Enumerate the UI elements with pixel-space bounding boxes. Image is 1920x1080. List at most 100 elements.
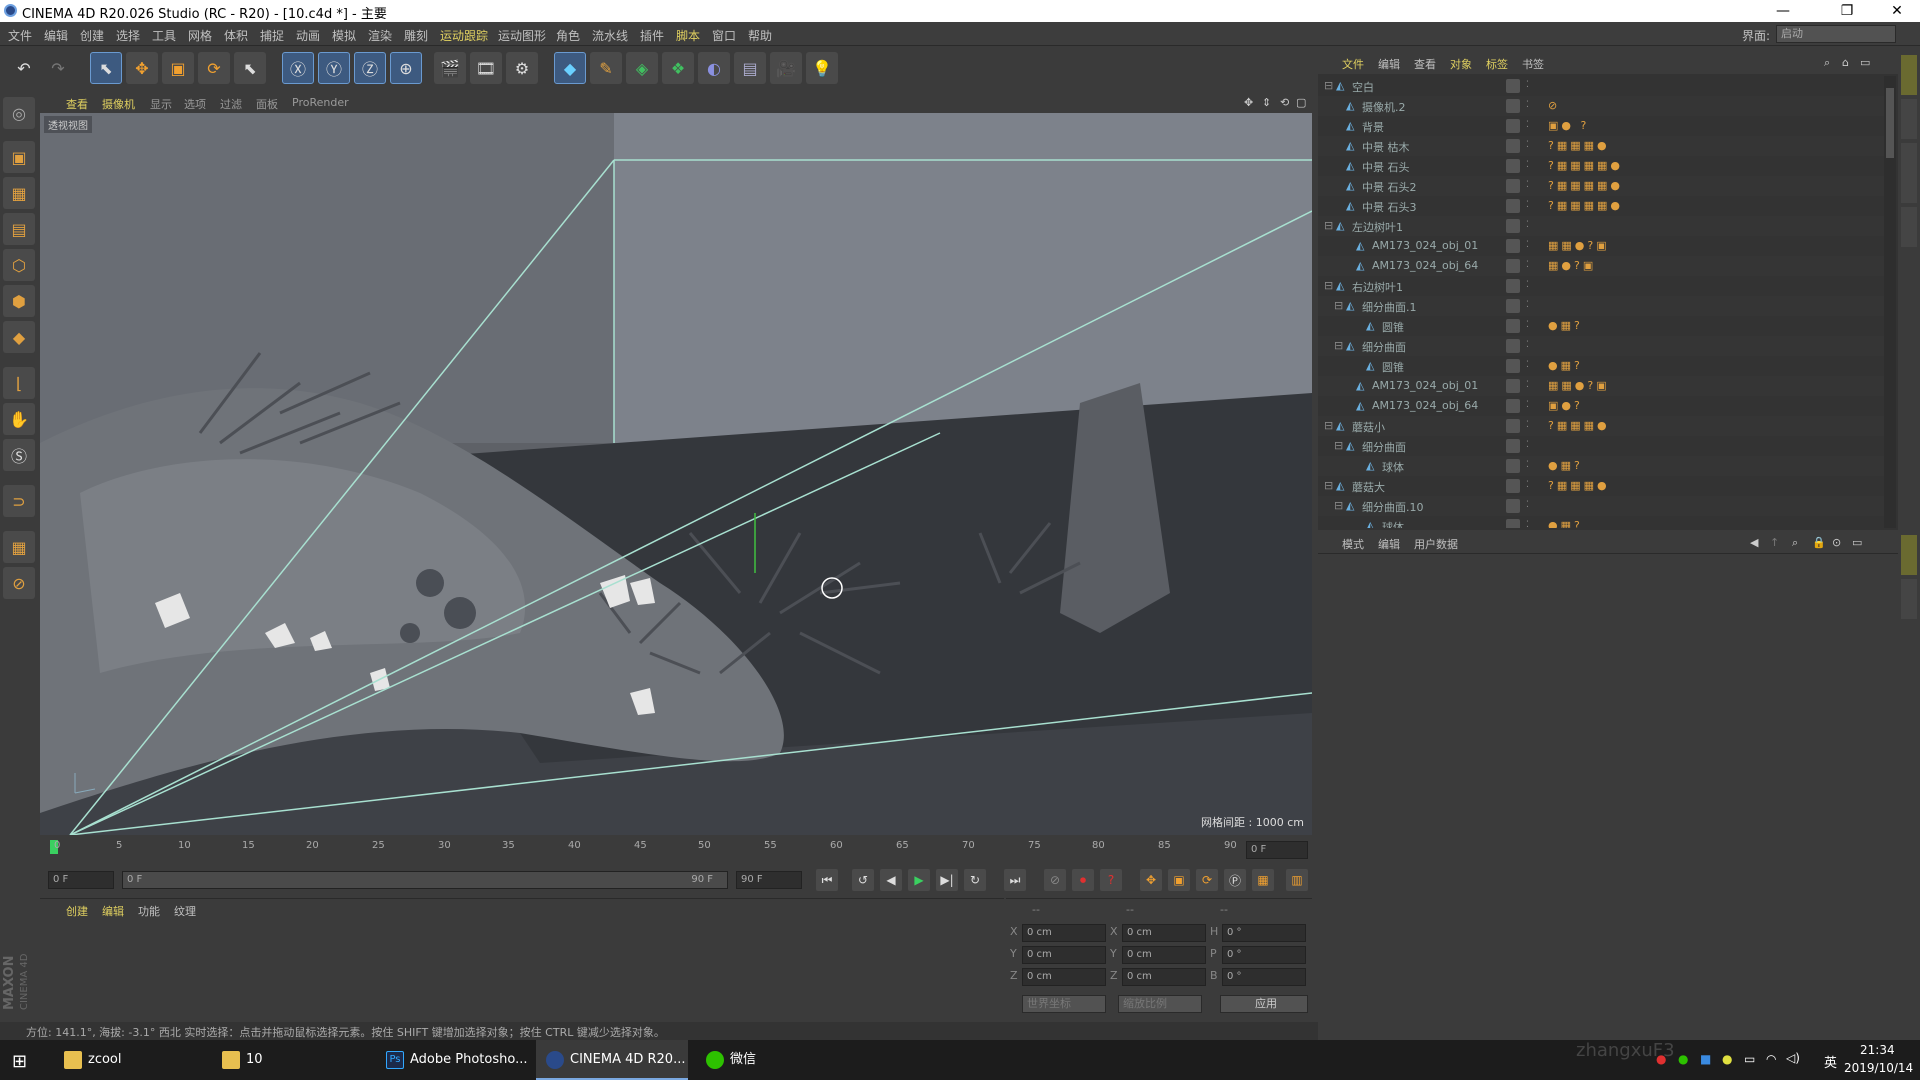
layer-checkbox[interactable] bbox=[1506, 239, 1520, 253]
object-tags[interactable]: ▣● ? bbox=[1548, 119, 1589, 132]
subdivision-icon[interactable]: ◈ bbox=[626, 52, 658, 84]
object-tags[interactable]: ?▦▦▦● bbox=[1548, 419, 1610, 432]
object-name[interactable]: 细分曲面 bbox=[1362, 339, 1406, 355]
prev-key-icon[interactable]: ↺ bbox=[852, 869, 874, 891]
magnet-icon[interactable]: ⊃ bbox=[3, 485, 35, 517]
menu-animate[interactable]: 动画 bbox=[296, 27, 320, 44]
texture-mode-icon[interactable]: ▦ bbox=[3, 177, 35, 209]
object-row[interactable]: ⊟ ◭ 细分曲面 ⁚ bbox=[1318, 436, 1884, 456]
layer-checkbox[interactable] bbox=[1506, 179, 1520, 193]
visibility-dots-icon[interactable]: ⁚ bbox=[1526, 160, 1529, 170]
menu-mesh[interactable]: 网格 bbox=[188, 27, 212, 44]
object-name[interactable]: AM173_024_obj_64 bbox=[1372, 399, 1478, 412]
next-key-icon[interactable]: ↻ bbox=[964, 869, 986, 891]
layer-checkbox[interactable] bbox=[1506, 139, 1520, 153]
visibility-dots-icon[interactable]: ⁚ bbox=[1526, 520, 1529, 528]
move-tool-icon[interactable]: ✥ bbox=[126, 52, 158, 84]
menu-create[interactable]: 创建 bbox=[80, 27, 104, 44]
object-row[interactable]: ◭ 摄像机.2 ⁚ ⊘ bbox=[1318, 96, 1884, 116]
object-tags[interactable]: ●▦? bbox=[1548, 459, 1583, 472]
make-editable-icon[interactable]: ◎ bbox=[3, 97, 35, 129]
object-row[interactable]: ◭ AM173_024_obj_01 ⁚ ▦▦●?▣ bbox=[1318, 236, 1884, 256]
object-name[interactable]: 圆锥 bbox=[1382, 319, 1404, 335]
object-tags[interactable]: ?▦▦▦▦● bbox=[1548, 159, 1623, 172]
timeline-window-icon[interactable]: ▥ bbox=[1286, 869, 1308, 891]
axis-mode-icon[interactable]: ⌊ bbox=[3, 367, 35, 399]
tab-attributes[interactable] bbox=[1901, 535, 1917, 575]
object-tags[interactable]: ?▦▦▦▦● bbox=[1548, 179, 1623, 192]
object-name[interactable]: 空白 bbox=[1352, 79, 1374, 95]
attr-menu-user-data[interactable]: 用户数据 bbox=[1414, 536, 1458, 552]
layer-checkbox[interactable] bbox=[1506, 199, 1520, 213]
snap-icon[interactable]: Ⓢ bbox=[3, 439, 35, 471]
layer-checkbox[interactable] bbox=[1506, 519, 1520, 528]
object-tags[interactable]: ●▦? bbox=[1548, 519, 1583, 528]
pos-z-field[interactable]: 0 cm bbox=[1022, 968, 1106, 986]
cloner-icon[interactable]: ❖ bbox=[662, 52, 694, 84]
object-row[interactable]: ⊟ ◭ 蘑菇小 ⁚ ?▦▦▦● bbox=[1318, 416, 1884, 436]
object-row[interactable]: ⊟ ◭ 空白 ⁚ bbox=[1318, 76, 1884, 96]
interface-dropdown[interactable]: 启动 bbox=[1776, 25, 1896, 43]
close-button[interactable]: ✕ bbox=[1874, 0, 1920, 22]
layer-checkbox[interactable] bbox=[1506, 359, 1520, 373]
object-name[interactable]: 蘑菇大 bbox=[1352, 479, 1385, 495]
tab-objects[interactable] bbox=[1901, 55, 1917, 95]
floor-icon[interactable]: ▤ bbox=[734, 52, 766, 84]
cube-object-icon[interactable]: ◆ bbox=[554, 52, 586, 84]
menu-plugins[interactable]: 插件 bbox=[640, 27, 664, 44]
object-row[interactable]: ◭ AM173_024_obj_64 ⁚ ▣●? bbox=[1318, 396, 1884, 416]
layer-checkbox[interactable] bbox=[1506, 319, 1520, 333]
rot-h-field[interactable]: 0 ° bbox=[1222, 924, 1306, 942]
layer-checkbox[interactable] bbox=[1506, 299, 1520, 313]
material-menu-edit[interactable]: 编辑 bbox=[102, 903, 124, 919]
wifi-icon[interactable]: ◠ bbox=[1766, 1052, 1776, 1066]
object-name[interactable]: 左边树叶1 bbox=[1352, 219, 1403, 235]
attr-back-icon[interactable]: ◀ bbox=[1750, 536, 1758, 549]
menu-script[interactable]: 脚本 bbox=[676, 27, 700, 44]
select-tool-icon[interactable]: ⬉ bbox=[90, 52, 122, 84]
next-frame-icon[interactable]: ▶| bbox=[936, 869, 958, 891]
attr-search-icon[interactable]: ⌕ bbox=[1792, 536, 1798, 550]
current-frame-field[interactable]: 0 F bbox=[1246, 841, 1308, 859]
object-name[interactable]: 中景 枯木 bbox=[1362, 139, 1410, 155]
tray-wechat-icon[interactable]: ● bbox=[1678, 1052, 1688, 1066]
object-row[interactable]: ⊟ ◭ 细分曲面.10 ⁚ bbox=[1318, 496, 1884, 516]
taskbar-item-wechat[interactable]: 微信 bbox=[696, 1040, 848, 1080]
size-z-field[interactable]: 0 cm bbox=[1122, 968, 1206, 986]
attr-new-view-icon[interactable]: ▭ bbox=[1852, 536, 1862, 549]
visibility-dots-icon[interactable]: ⁚ bbox=[1526, 380, 1529, 390]
object-tags[interactable]: ⊘ bbox=[1548, 99, 1560, 112]
volume-icon[interactable]: ◁) bbox=[1786, 1051, 1800, 1065]
material-menu-function[interactable]: 功能 bbox=[138, 903, 160, 919]
menu-snap[interactable]: 捕捉 bbox=[260, 27, 284, 44]
visibility-dots-icon[interactable]: ⁚ bbox=[1526, 80, 1529, 90]
model-mode-icon[interactable]: ▣ bbox=[3, 141, 35, 173]
object-tags[interactable]: ●▦? bbox=[1548, 359, 1583, 372]
start-frame-field[interactable]: 0 F bbox=[48, 871, 114, 889]
menu-help[interactable]: 帮助 bbox=[748, 27, 772, 44]
polygons-mode-icon[interactable]: ◆ bbox=[3, 321, 35, 353]
undo-icon[interactable]: ↶ bbox=[8, 52, 40, 84]
object-row[interactable]: ◭ 中景 石头 ⁚ ?▦▦▦▦● bbox=[1318, 156, 1884, 176]
render-picture-viewer-icon[interactable]: 🎞 bbox=[470, 52, 502, 84]
layer-checkbox[interactable] bbox=[1506, 439, 1520, 453]
layer-checkbox[interactable] bbox=[1506, 159, 1520, 173]
taskbar-item-photoshop[interactable]: Ps Adobe Photosho... bbox=[376, 1040, 528, 1080]
object-name[interactable]: 球体 bbox=[1382, 459, 1404, 475]
planar-workplane-icon[interactable]: ⊘ bbox=[3, 567, 35, 599]
viewport-menu-options[interactable]: 选项 bbox=[184, 96, 206, 112]
object-tags[interactable]: ?▦▦▦● bbox=[1548, 139, 1610, 152]
play-icon[interactable]: ▶ bbox=[908, 869, 930, 891]
object-name[interactable]: AM173_024_obj_01 bbox=[1372, 239, 1478, 252]
goto-end-icon[interactable]: ⏭ bbox=[1004, 869, 1026, 891]
object-list-scrollbar[interactable] bbox=[1884, 76, 1896, 528]
record-keys-icon[interactable]: ⊘ bbox=[1044, 869, 1066, 891]
menu-tools[interactable]: 工具 bbox=[152, 27, 176, 44]
object-name[interactable]: 摄像机.2 bbox=[1362, 99, 1406, 115]
visibility-dots-icon[interactable]: ⁚ bbox=[1526, 220, 1529, 230]
rotate-tool-icon[interactable]: ⟳ bbox=[198, 52, 230, 84]
material-menu-texture[interactable]: 纹理 bbox=[174, 903, 196, 919]
windows-start-icon[interactable]: ⊞ bbox=[12, 1051, 27, 1072]
key-rotation-icon[interactable]: ⟳ bbox=[1196, 869, 1218, 891]
object-name[interactable]: 蘑菇小 bbox=[1352, 419, 1385, 435]
